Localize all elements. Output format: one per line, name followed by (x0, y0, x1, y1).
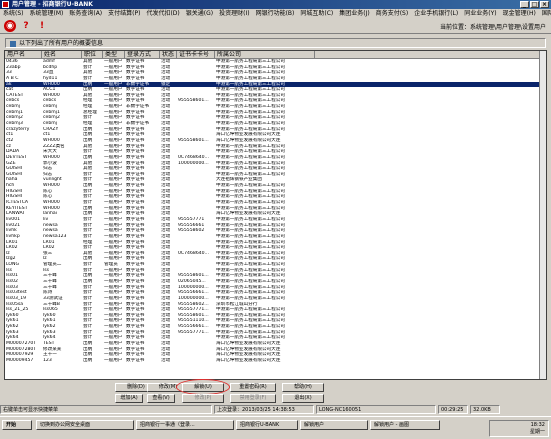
column-header[interactable]: 所属公司 (215, 51, 315, 59)
vertical-scrollbar[interactable] (539, 51, 546, 379)
app-icon (2, 1, 9, 8)
start-button[interactable]: 开始 (2, 420, 32, 430)
column-header[interactable]: 证书卡卡号 (177, 51, 215, 59)
modify-password-button[interactable]: 修改(P) (182, 394, 224, 403)
menu-item[interactable]: 同业业务(Y) (461, 9, 499, 18)
reset-password-button[interactable]: 重置密码(R) (230, 383, 276, 392)
table-cell: 123 (43, 357, 52, 363)
minimize-button[interactable]: _ (520, 1, 529, 8)
help-question-icon[interactable]: ? (20, 20, 32, 32)
table-cell: 活动 (161, 357, 171, 363)
table-body: 0436 admf 其他 一般用户 数字证书 活动 中港第一航务工程局第三工程公司 23abp… (5, 59, 546, 364)
menu-item[interactable]: 网银行功能(B) (253, 9, 298, 18)
status-time: 00:29:25 (438, 405, 468, 414)
menu-item[interactable]: 商务支付(S) (373, 9, 412, 18)
table-cell: M00009457 (6, 357, 34, 363)
user-table: 用户名 姓名 职位 类型 登录方式 状态 证书卡卡号 所属公司 0436 admf 其他 一般用户数… (4, 50, 547, 380)
system-tray: 18:32 星期一 (489, 420, 549, 437)
menu-item[interactable]: 国际业务(N) (539, 9, 551, 18)
status-cert: LONG-NC160051 (316, 405, 436, 414)
column-header[interactable]: 职位 (82, 51, 103, 59)
menu-bar: 系统(S) 系统管理(M) 账务查询(A) 支付结算(P) 代发代扣(D) 银关通(G) 投… (0, 9, 551, 18)
column-header[interactable]: 用户名 (5, 51, 42, 59)
menu-item[interactable]: 代发代扣(D) (143, 9, 182, 18)
table-cell: 出纳 (83, 357, 93, 363)
menu-item[interactable]: 账务查询(A) (66, 9, 105, 18)
column-header[interactable]: 类型 (103, 51, 125, 59)
column-header[interactable]: 姓名 (42, 51, 82, 59)
column-header[interactable]: 状态 (160, 51, 177, 59)
help-button[interactable]: 帮助(H) (282, 383, 324, 392)
breadcrumb: 当前位置：系统管理\用户管理\设置用户 (439, 24, 546, 31)
menu-item[interactable]: 系统管理(M) (27, 9, 67, 18)
exit-button[interactable]: 退出(X) (282, 394, 324, 403)
menu-item[interactable]: 投资理财(I) (216, 9, 252, 18)
status-hint: 右键单击可显示快捷菜单 (0, 405, 212, 414)
menu-item[interactable]: 同城互助(C) (297, 9, 336, 18)
menu-item[interactable]: 企业手机银行(L) (411, 9, 461, 18)
taskbar-item[interactable]: 解锁用户 - 画图 (370, 420, 440, 430)
view-button[interactable]: 查看(V) (147, 394, 175, 403)
window-title: 用户管理 - 招商银行U-BANK (12, 1, 93, 8)
window-titlebar: 用户管理 - 招商银行U-BANK _ □ × (0, 0, 551, 9)
table-row[interactable]: M00009457 123 出纳 一般用户 数字证书 活动 海口亿坤物业发展有限公司大连 (5, 358, 546, 364)
taskbar-item[interactable]: 招商银行U-BANK (236, 420, 298, 430)
status-last-login: 上次登录：2013/03/25 14:38:53 (214, 405, 314, 414)
menu-item[interactable]: 系统(S) (0, 9, 27, 18)
menu-item[interactable]: 集团业务(J) (336, 9, 372, 18)
taskbar-item[interactable]: 招商银行一事通（登录... (136, 420, 234, 430)
status-bar: 右键单击可显示快捷菜单 上次登录：2013/03/25 14:38:53 LON… (0, 405, 551, 414)
clock: 18:32 (530, 422, 545, 428)
table-cell: 一般用户 (104, 357, 123, 363)
close-button[interactable]: × (540, 1, 549, 8)
add-button[interactable]: 增加(A) (115, 394, 143, 403)
info-text: 以下列出了所有用户的概要信息 (19, 40, 104, 47)
info-icon (10, 40, 16, 47)
menu-item[interactable]: 支付结算(P) (105, 9, 143, 18)
menu-item[interactable]: 现金管理(H) (500, 9, 539, 18)
status-size: 32.0KB (470, 405, 500, 414)
taskbar-item[interactable]: 切换到办公网安全桌面 (36, 420, 134, 430)
column-header[interactable]: 登录方式 (125, 51, 160, 59)
exclamation-icon[interactable]: ! (36, 20, 48, 32)
table-cell: 数字证书 (126, 357, 145, 363)
back-icon[interactable]: ◉ (4, 20, 16, 32)
taskbar: 开始 切换到办公网安全桌面 招商银行一事通（登录... 招商银行U-BANK 解锁用户… (0, 416, 551, 439)
day: 星期一 (529, 429, 545, 435)
maximize-button[interactable]: □ (530, 1, 539, 8)
table-header: 用户名 姓名 职位 类型 登录方式 状态 证书卡卡号 所属公司 (5, 51, 546, 59)
taskbar-item[interactable]: 解锁用户 (300, 420, 368, 430)
highlight-circle (176, 379, 230, 395)
table-cell: 海口亿坤物业发展有限公司大连 (216, 357, 281, 363)
forbid-login-button[interactable]: 禁用登录(F) (230, 394, 276, 403)
menu-item[interactable]: 银关通(G) (183, 9, 216, 18)
info-banner: 以下列出了所有用户的概要信息 (5, 38, 546, 48)
